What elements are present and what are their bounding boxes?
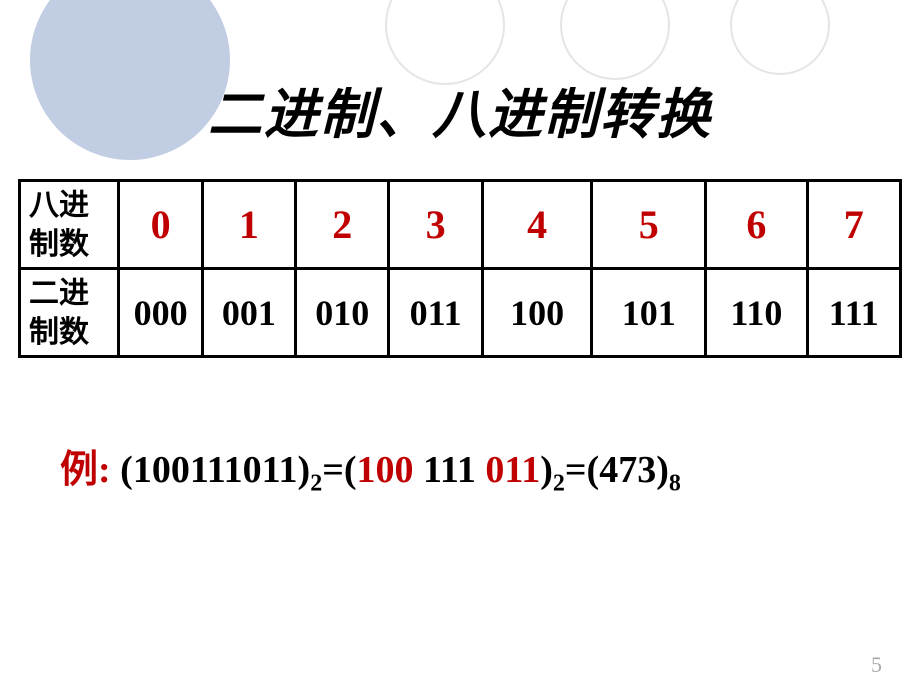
octal-cell: 7	[807, 181, 900, 269]
octal-cell: 2	[296, 181, 389, 269]
octal-cell: 3	[389, 181, 482, 269]
octal-cell: 1	[202, 181, 295, 269]
page-number: 5	[871, 652, 882, 678]
binary-cell: 111	[807, 269, 900, 357]
example-line: 例: (100111011)2=(100 111 011)2=(473)8	[60, 438, 920, 498]
example-expression: (100111011)2=(100 111 011)2=(473)8	[120, 449, 681, 491]
octal-cell: 6	[706, 181, 807, 269]
octal-cell: 0	[119, 181, 202, 269]
row-label-octal: 八进 制数	[20, 181, 119, 269]
binary-cell: 101	[592, 269, 706, 357]
table-row-binary: 二进 制数 000 001 010 011 100 101 110 111	[20, 269, 901, 357]
binary-cell: 110	[706, 269, 807, 357]
binary-cell: 011	[389, 269, 482, 357]
binary-cell: 001	[202, 269, 295, 357]
example-label: 例	[60, 449, 98, 491]
example-colon: :	[98, 449, 120, 491]
octal-cell: 4	[482, 181, 592, 269]
row-label-binary: 二进 制数	[20, 269, 119, 357]
binary-cell: 000	[119, 269, 202, 357]
octal-cell: 5	[592, 181, 706, 269]
conversion-table: 八进 制数 0 1 2 3 4 5 6 7 二进 制数 000 001 010 …	[18, 179, 902, 358]
table-row-octal: 八进 制数 0 1 2 3 4 5 6 7	[20, 181, 901, 269]
binary-cell: 100	[482, 269, 592, 357]
binary-cell: 010	[296, 269, 389, 357]
page-title: 二进制、八进制转换	[0, 0, 920, 149]
